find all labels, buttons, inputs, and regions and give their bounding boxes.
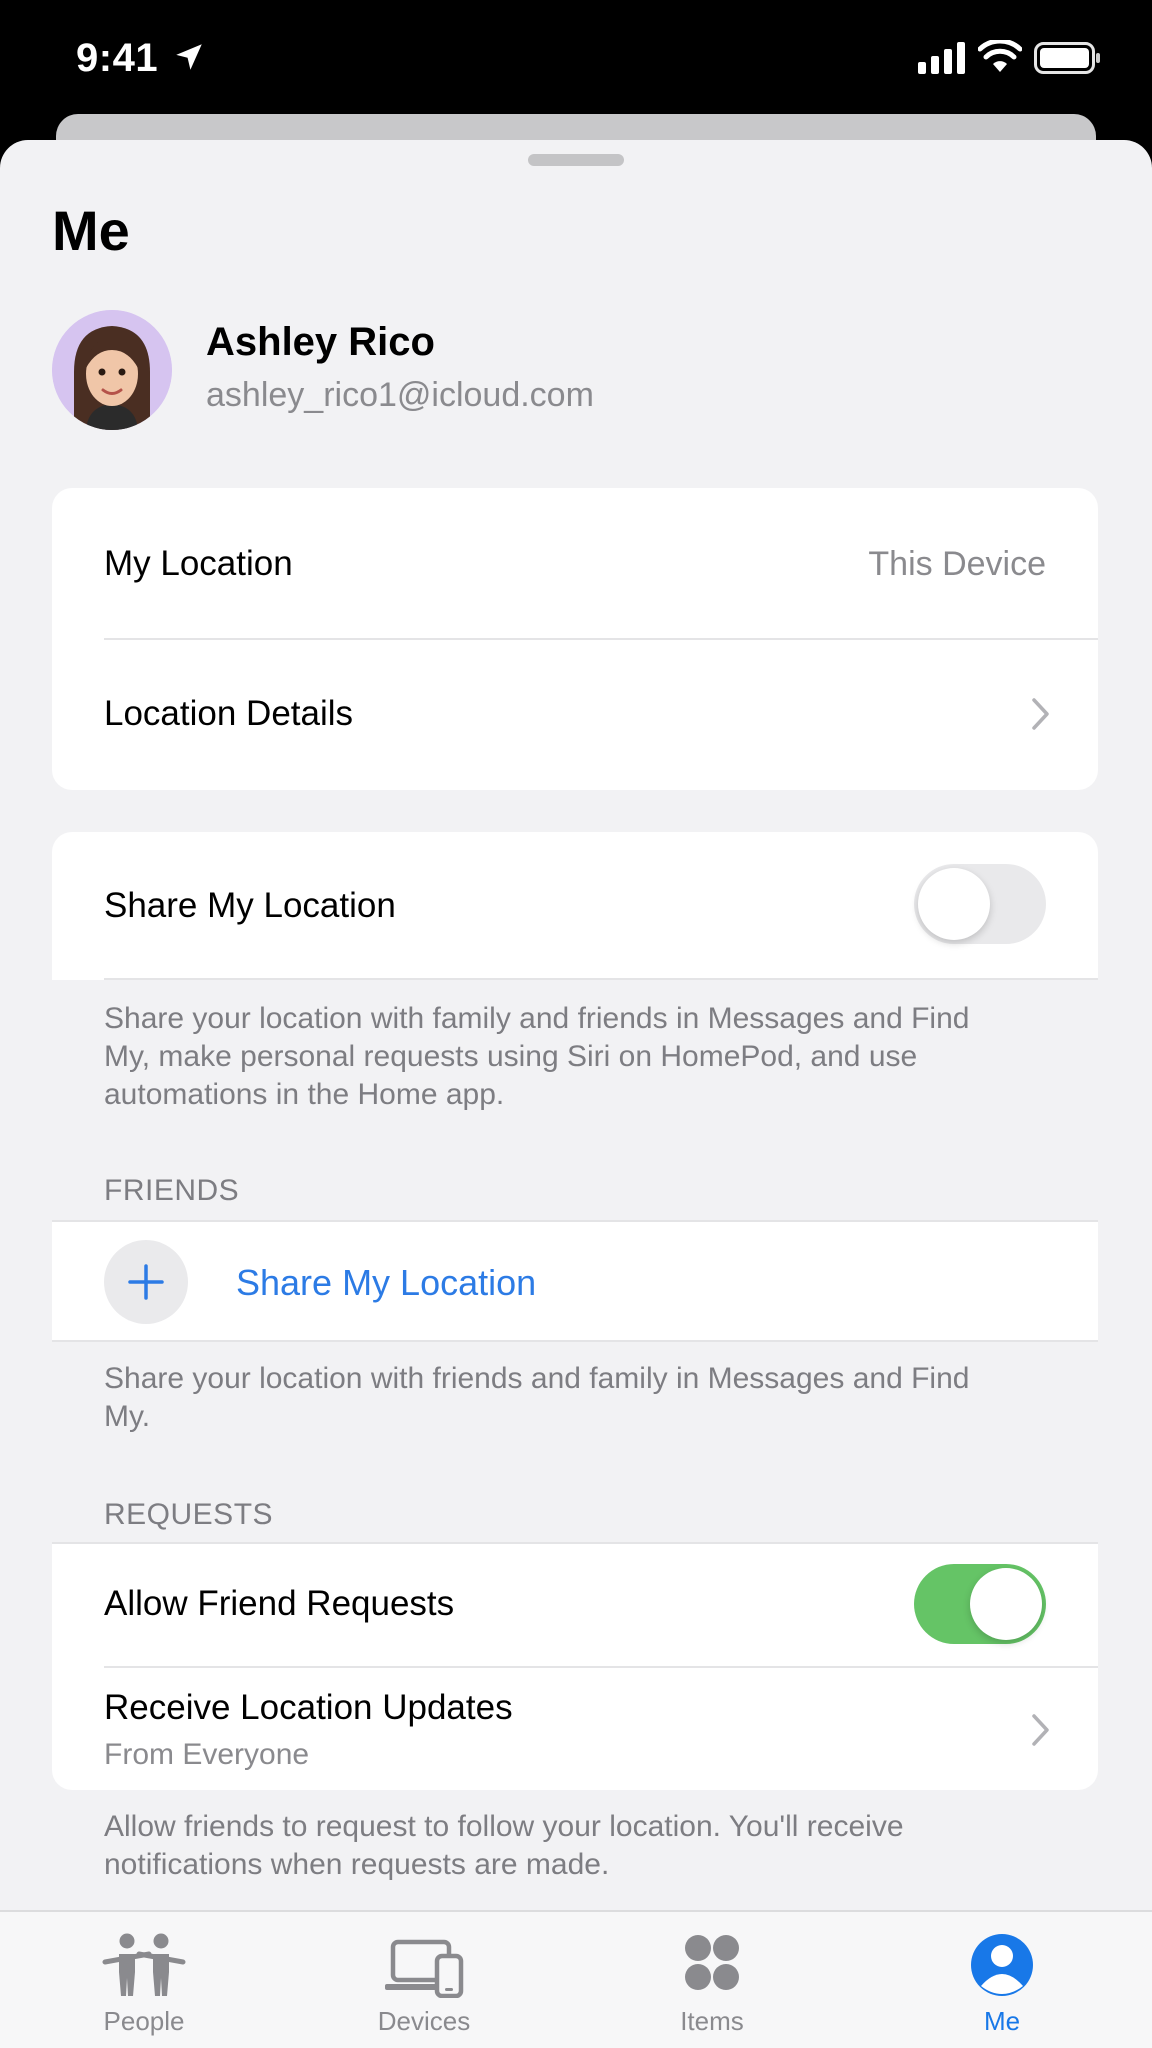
profile-name: Ashley Rico [206, 320, 435, 364]
divider [104, 978, 1098, 980]
my-location-label: My Location [104, 544, 293, 583]
friends-section-header: FRIENDS [104, 1174, 240, 1207]
devices-icon [385, 1939, 464, 1998]
requests-section-header: REQUESTS [104, 1498, 274, 1531]
status-time: 9:41 [76, 36, 159, 80]
share-location-card: Share My Location [52, 832, 1098, 980]
tab-items[interactable]: Items [612, 1912, 812, 2048]
my-location-row[interactable]: My Location This Device [52, 488, 1098, 638]
items-icon [685, 1935, 739, 1990]
friends-footnote: Share your location with friends and fam… [104, 1362, 970, 1433]
share-location-footnote: Share your location with family and frie… [104, 1002, 970, 1111]
allow-friend-requests-label: Allow Friend Requests [104, 1584, 455, 1623]
tab-label: Devices [377, 2006, 471, 2036]
location-arrow-icon [176, 44, 202, 70]
tab-label: Me [983, 2006, 1021, 2036]
add-button[interactable] [104, 1240, 188, 1324]
status-bar: 9:41 [0, 0, 1152, 118]
tab-people[interactable]: People [44, 1912, 244, 2048]
share-my-location-link[interactable]: Share My Location [236, 1262, 536, 1304]
tab-label: Items [680, 2006, 744, 2036]
allow-friend-requests-toggle[interactable] [914, 1564, 1046, 1644]
requests-card: Allow Friend Requests Receive Location U… [52, 1542, 1098, 1790]
tab-bar: People Devices Items Me [0, 1910, 1152, 2048]
me-icon [971, 1934, 1033, 1996]
avatar[interactable] [52, 310, 172, 430]
me-sheet: Me Ashley Rico ashley_rico1@icloud.com M… [0, 140, 1152, 2048]
receive-location-updates-sublabel: From Everyone [104, 1738, 310, 1771]
wifi-icon [978, 40, 1022, 72]
requests-footnote: Allow friends to request to follow your … [104, 1810, 904, 1881]
chevron-right-icon [1032, 698, 1049, 730]
location-details-label: Location Details [104, 694, 354, 733]
location-details-row[interactable]: Location Details [52, 640, 1098, 790]
plus-icon [128, 1264, 164, 1300]
tab-devices[interactable]: Devices [324, 1912, 524, 2048]
allow-friend-requests-row: Allow Friend Requests [52, 1544, 1098, 1666]
cellular-signal-icon [918, 42, 965, 74]
receive-location-updates-label: Receive Location Updates [104, 1688, 513, 1727]
chevron-right-icon [1032, 1714, 1049, 1746]
toggle-knob [970, 1568, 1042, 1640]
profile-email: ashley_rico1@icloud.com [206, 376, 594, 414]
sheet-grabber[interactable] [528, 154, 624, 166]
memoji-avatar-icon [52, 310, 172, 430]
toggle-knob [918, 868, 990, 940]
my-location-value: This Device [868, 545, 1046, 583]
people-icon [102, 1933, 186, 1996]
friends-share-row[interactable]: Share My Location [52, 1220, 1098, 1342]
share-my-location-toggle[interactable] [914, 864, 1046, 944]
share-my-location-label: Share My Location [104, 886, 396, 925]
receive-location-updates-row[interactable]: Receive Location Updates From Everyone [52, 1668, 1098, 1790]
tab-me[interactable]: Me [902, 1912, 1102, 2048]
page-title: Me [52, 199, 130, 262]
location-card: My Location This Device Location Details [52, 488, 1098, 790]
share-my-location-row: Share My Location [52, 832, 1098, 980]
tab-label: People [103, 2006, 185, 2036]
battery-icon [1034, 42, 1100, 74]
